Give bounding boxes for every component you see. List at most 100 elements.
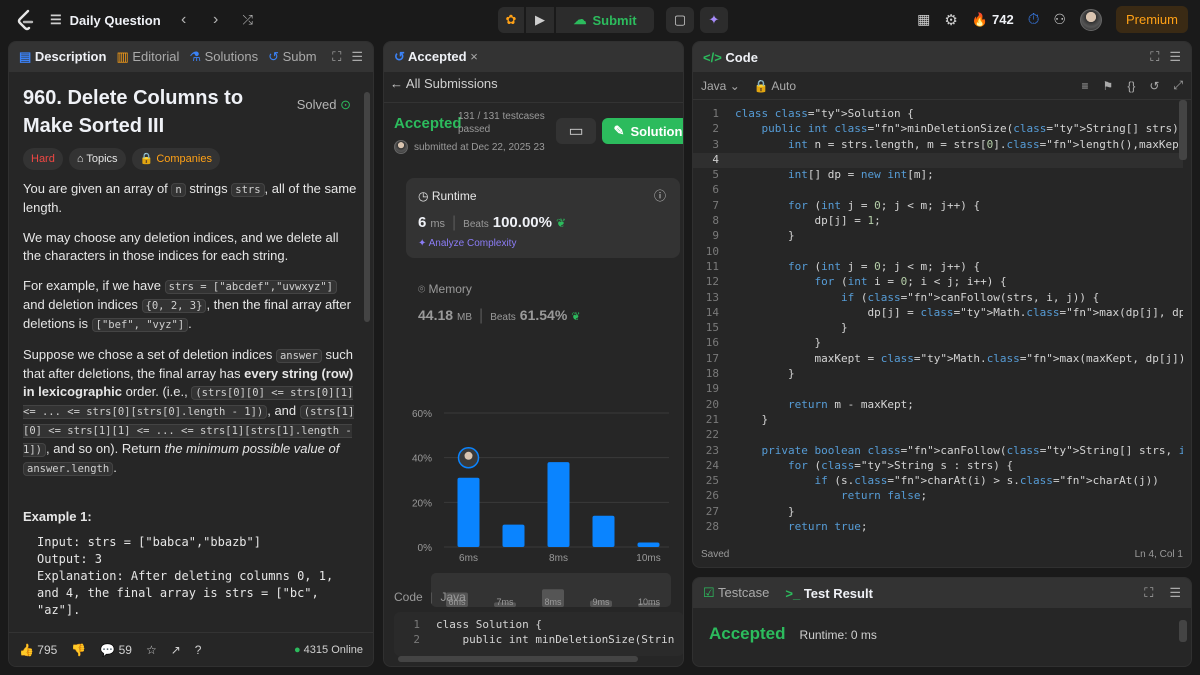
close-icon[interactable]: ×: [470, 49, 478, 64]
check-icon: ⊙: [340, 97, 351, 112]
runtime-card[interactable]: ◷ Runtime ⓘ 6 ms | Beats 100.00% ❦ ✦ Ana…: [406, 178, 680, 258]
tab-description[interactable]: ▤ Description: [19, 49, 106, 65]
runtime-distribution-chart[interactable]: 60%40%20%0%6ms 8ms 10ms6ms 7ms 8ms 9ms 10ms: [384, 362, 674, 612]
prev-problem-icon[interactable]: ‹: [175, 11, 193, 29]
maximize-icon[interactable]: ⛶: [332, 49, 341, 65]
info-icon[interactable]: ⓘ: [654, 187, 666, 204]
editorial-book-button[interactable]: ▭: [556, 118, 596, 144]
code-line[interactable]: 21 }: [693, 413, 1183, 428]
maximize-icon[interactable]: ⛶: [1144, 585, 1153, 601]
code-line[interactable]: 22: [693, 428, 1183, 443]
tab-test-result[interactable]: >_ Test Result: [785, 586, 873, 601]
tag-row: Hard ⌂ Topics 🔒 Companies: [23, 148, 359, 170]
test-scrollbar[interactable]: [1179, 620, 1187, 642]
code-line[interactable]: 2 public int class="fn">minDeletionSize(…: [693, 122, 1183, 137]
language-select[interactable]: Java ⌄: [701, 79, 740, 93]
code-line[interactable]: 17 maxKept = class="ty">Math.class="fn">…: [693, 352, 1183, 367]
timer-icon[interactable]: ⏱: [1028, 11, 1040, 28]
braces-icon[interactable]: {}: [1127, 79, 1135, 93]
shuffle-icon[interactable]: ⤮: [239, 12, 257, 28]
code-line[interactable]: 15 }: [693, 321, 1183, 336]
code-line[interactable]: 14 dp[j] = class="ty">Math.class="fn">ma…: [693, 306, 1183, 321]
bookmark-icon[interactable]: ⚑: [1103, 79, 1114, 93]
code-line[interactable]: 9 }: [693, 229, 1183, 244]
saved-status: Saved: [701, 548, 730, 560]
streak-counter[interactable]: 🔥 742: [972, 12, 1014, 28]
comments-button[interactable]: 💬 59: [100, 643, 132, 657]
code-line[interactable]: 11 for (int j = 0; j < m; j++) {: [693, 260, 1183, 275]
memory-section[interactable]: ⌾ Memory 44.18 MB | Beats 61.54% ❦: [418, 282, 580, 325]
help-icon[interactable]: ?: [195, 643, 202, 657]
expand-icon[interactable]: ⤢: [1173, 78, 1183, 93]
tab-code[interactable]: </> Code: [703, 50, 758, 65]
add-friend-icon[interactable]: ⚇: [1053, 11, 1066, 28]
share-icon[interactable]: ↗: [171, 643, 181, 657]
description-scrollbar[interactable]: [364, 92, 370, 322]
code-line[interactable]: 7 for (int j = 0; j < m; j++) {: [693, 199, 1183, 214]
code-line[interactable]: 16 }: [693, 336, 1183, 351]
companies-tag[interactable]: 🔒 Companies: [131, 148, 220, 170]
code-line[interactable]: 1 class class="ty">Solution {: [693, 107, 1183, 122]
code-line[interactable]: 24 for (class="ty">String s : strs) {: [693, 459, 1183, 474]
code-line[interactable]: 5 int[] dp = new int[m];: [693, 168, 1183, 183]
layout-icon[interactable]: ▦: [917, 11, 930, 28]
notes-button[interactable]: ▢: [666, 7, 694, 33]
run-button[interactable]: ▶: [526, 7, 554, 33]
code-line[interactable]: 26 return false;: [693, 489, 1183, 504]
editor-scrollbar[interactable]: [1179, 100, 1187, 160]
code-line[interactable]: 27 }: [693, 505, 1183, 520]
code-line[interactable]: 28 return true;: [693, 520, 1183, 532]
tab-submissions[interactable]: ↺ Subm: [268, 49, 317, 65]
x-tick-label: 6ms: [459, 553, 478, 564]
menu-icon[interactable]: ☰: [1169, 585, 1181, 601]
problem-list-button[interactable]: ☰ Daily Question: [50, 12, 161, 28]
like-button[interactable]: 👍 795: [19, 643, 57, 657]
menu-icon[interactable]: ☰: [351, 49, 363, 65]
dislike-icon[interactable]: 👎: [71, 643, 86, 657]
bar-8ms: [547, 462, 570, 547]
code-line[interactable]: 20 return m - maxKept;: [693, 398, 1183, 413]
editor-toolbar: Java ⌄ 🔒 Auto ≡ ⚑ {} ↺ ⤢: [693, 72, 1191, 100]
auto-complete-toggle[interactable]: 🔒 Auto: [754, 79, 796, 93]
code-line[interactable]: 25 if (s.class="fn">charAt(i) > s.class=…: [693, 474, 1183, 489]
settings-gear-icon[interactable]: ⚙: [944, 11, 957, 29]
test-result-panel: ☑ Testcase >_ Test Result ⛶ ☰ Accepted R…: [692, 577, 1192, 667]
code-line[interactable]: 19: [693, 382, 1183, 397]
back-to-submissions[interactable]: ← All Submissions: [390, 76, 498, 91]
tab-editorial[interactable]: ▥ Editorial: [116, 49, 179, 65]
solution-button[interactable]: ✎ Solution: [602, 118, 683, 144]
debug-button[interactable]: ✿: [498, 7, 524, 33]
submit-button[interactable]: ☁ Submit: [556, 7, 654, 33]
code-line[interactable]: 13 if (class="fn">canFollow(strs, i, j))…: [693, 291, 1183, 306]
maximize-icon[interactable]: ⛶: [1150, 49, 1159, 65]
code-line[interactable]: 12 for (int i = 0; i < j; i++) {: [693, 275, 1183, 290]
user-avatar[interactable]: [1079, 8, 1102, 31]
menu-icon[interactable]: ☰: [1169, 49, 1181, 65]
topics-tag[interactable]: ⌂ Topics: [68, 148, 126, 170]
leetcode-logo-icon[interactable]: [16, 8, 36, 32]
code-text: if (s.class="fn">charAt(i) > s.class="fn…: [814, 474, 1159, 488]
star-icon[interactable]: ☆: [146, 643, 157, 657]
problem-title[interactable]: 960. Delete Columns to Make Sorted III: [23, 84, 283, 140]
tab-testcase[interactable]: ☑ Testcase: [703, 585, 769, 601]
code-line[interactable]: 10: [693, 245, 1183, 260]
ai-assist-button[interactable]: ✦: [700, 7, 728, 33]
tab-accepted[interactable]: ↺ Accepted ×: [394, 49, 478, 65]
tab-solutions[interactable]: ⚗ Solutions: [189, 49, 258, 65]
code-line[interactable]: 3 int n = strs.length, m = strs[0].class…: [693, 138, 1183, 153]
code-line[interactable]: 18 }: [693, 367, 1183, 382]
code-line[interactable]: 23 private boolean class="fn">canFollow(…: [693, 444, 1183, 459]
code-line[interactable]: 6: [693, 183, 1183, 198]
line-number: 27: [705, 504, 719, 518]
line-number: 19: [705, 382, 719, 396]
analyze-complexity-link[interactable]: ✦ Analyze Complexity: [418, 238, 516, 249]
code-line[interactable]: 8 dp[j] = 1;: [693, 214, 1183, 229]
line-number: 28: [705, 520, 719, 532]
code-line[interactable]: 4: [693, 152, 1183, 169]
next-problem-icon[interactable]: ›: [207, 11, 225, 29]
result-scrollbar-h[interactable]: [398, 656, 638, 662]
format-icon[interactable]: ≡: [1082, 79, 1089, 93]
reset-icon[interactable]: ↺: [1149, 79, 1159, 93]
code-editor[interactable]: 1 class class="ty">Solution {2 public int…: [693, 106, 1183, 532]
premium-button[interactable]: Premium: [1115, 6, 1188, 33]
